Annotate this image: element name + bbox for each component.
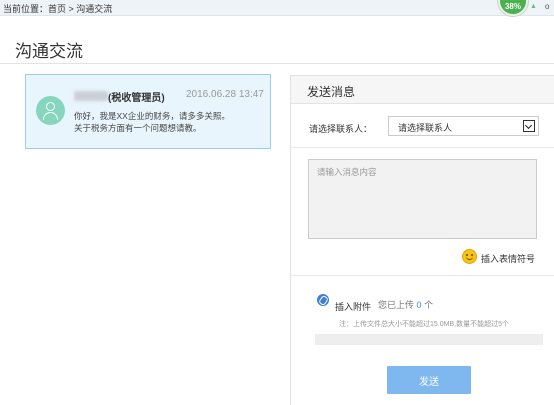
dropdown-arrow-icon[interactable]: [523, 120, 535, 132]
panel-header: 发送消息: [291, 76, 554, 104]
breadcrumb-home-link[interactable]: 首页: [48, 4, 66, 14]
system-monitor-percent: 38%: [504, 2, 521, 11]
message-time: 2016.06.28 13:47: [186, 89, 264, 100]
breadcrumb-separator: >: [66, 4, 77, 14]
user-avatar-icon: [36, 96, 65, 125]
breadcrumb-prefix: 当前位置：: [3, 4, 49, 14]
contact-select-value: 请选择联系人: [398, 123, 453, 133]
message-text-line: 关于税务方面有一个问题想请教。: [74, 123, 202, 133]
divider: [291, 147, 554, 148]
upload-status: 您已上传 0 个: [378, 298, 433, 311]
upload-status-prefix: 您已上传: [378, 300, 415, 310]
upload-progress-track: [315, 334, 543, 345]
sender-name-redacted: [74, 91, 108, 101]
tray-letter: o: [545, 2, 550, 11]
panel-title: 发送消息: [307, 85, 356, 99]
system-monitor-widget[interactable]: 38%: [498, 0, 528, 16]
message-input[interactable]: [308, 159, 537, 239]
send-button[interactable]: 发送: [387, 366, 471, 394]
breadcrumb: 当前位置：首页 > 沟通交流: [3, 2, 112, 15]
contact-label: 请选择联系人：: [309, 124, 373, 134]
smiley-icon: [462, 249, 477, 264]
upload-count: 0: [416, 300, 422, 310]
send-message-panel: 发送消息 请选择联系人： 请选择联系人 插入表情符号 插入附件 您已上传 0 个…: [290, 75, 554, 405]
breadcrumb-current: 沟通交流: [76, 4, 113, 14]
message-card[interactable]: (税收管理员) 2016.06.28 13:47 你好，我是XX企业的财务，请多…: [25, 74, 271, 149]
page-title: 沟通交流: [15, 42, 83, 61]
insert-emoji-label: 插入表情符号: [481, 254, 536, 264]
message-text-line: 你好，我是XX企业的财务，请多多关照。: [74, 111, 230, 121]
top-bar: 当前位置：首页 > 沟通交流 38% ▲ o: [0, 0, 554, 16]
upload-note: 注：上传文件总大小不能超过15.0MB,数量不能超过5个: [339, 321, 509, 328]
tray-arrow-icon[interactable]: ▲: [530, 3, 537, 10]
sender-role: (税收管理员): [108, 93, 165, 104]
divider: [291, 275, 554, 276]
paperclip-icon[interactable]: [317, 294, 329, 306]
upload-status-suffix: 个: [424, 300, 434, 310]
insert-attachment-button[interactable]: 插入附件: [335, 300, 371, 313]
contact-select[interactable]: 请选择联系人: [388, 116, 539, 136]
title-divider: [0, 63, 554, 64]
